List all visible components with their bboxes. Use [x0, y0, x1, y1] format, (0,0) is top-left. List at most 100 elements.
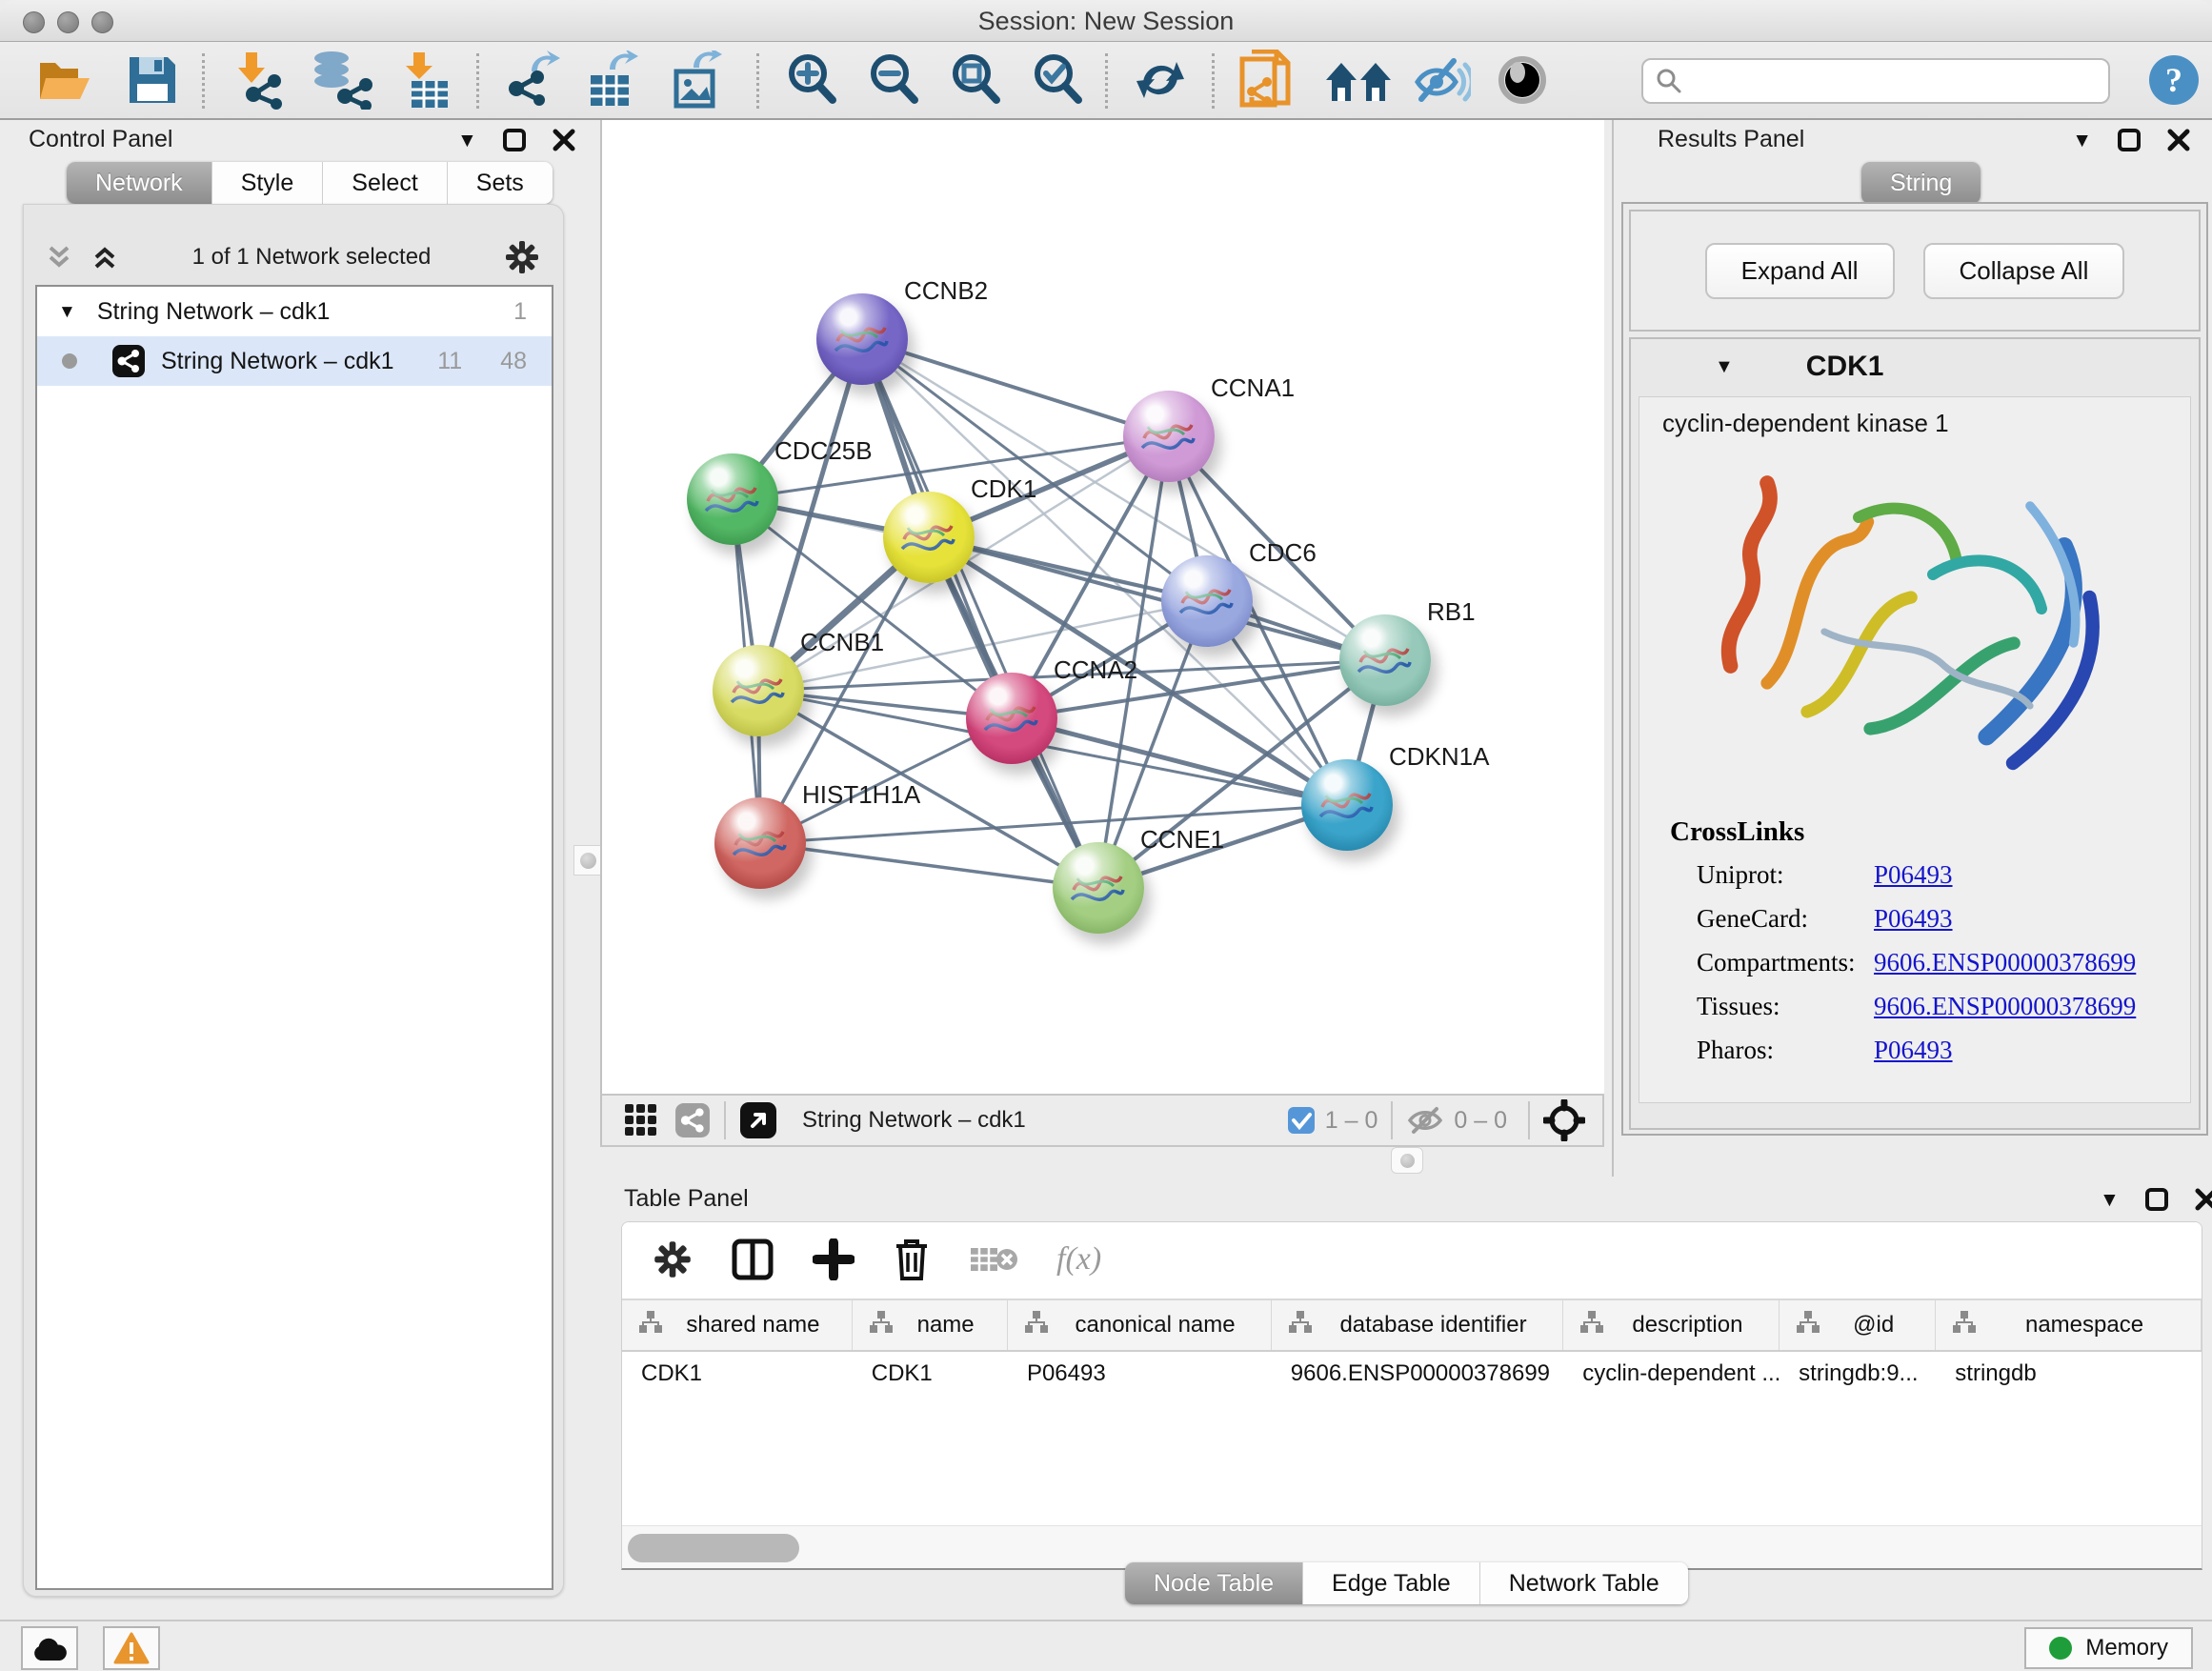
table-panel-close-icon[interactable]	[2194, 1187, 2212, 1212]
network-edge[interactable]	[862, 339, 1169, 436]
grid-view-icon[interactable]	[623, 1102, 659, 1138]
zoom-out-icon[interactable]	[865, 50, 924, 110]
network-edge[interactable]	[760, 805, 1347, 843]
network-node-CCNB1[interactable]	[713, 645, 804, 736]
table-row[interactable]: CDK1CDK1P064939606.ENSP00000378699cyclin…	[622, 1352, 2202, 1396]
import-table-icon[interactable]	[398, 50, 452, 110]
tab-edge-table[interactable]: Edge Table	[1303, 1562, 1480, 1604]
network-node-CCNA2[interactable]	[966, 673, 1057, 764]
network-view-title: String Network – cdk1	[802, 1107, 1026, 1134]
network-edge[interactable]	[929, 537, 1385, 660]
column-header-canonical-name[interactable]: canonical name	[1008, 1300, 1272, 1350]
tab-select[interactable]: Select	[323, 162, 447, 204]
hide-details-icon[interactable]	[1412, 53, 1471, 107]
tab-string[interactable]: String	[1861, 162, 1981, 204]
column-header-database-identifier[interactable]: database identifier	[1272, 1300, 1564, 1350]
results-panel-float-icon[interactable]	[2117, 128, 2142, 152]
import-network-file-icon[interactable]	[229, 50, 290, 110]
section-expander-icon[interactable]: ▼	[1715, 357, 1734, 376]
results-panel-close-icon[interactable]	[2166, 128, 2191, 152]
search-input[interactable]	[1683, 68, 2083, 94]
birdseye-icon[interactable]	[1496, 53, 1549, 107]
network-edge[interactable]	[760, 843, 1098, 888]
gear-icon[interactable]	[504, 239, 540, 275]
crosshair-icon[interactable]	[1543, 1099, 1585, 1141]
import-network-database-icon[interactable]	[307, 50, 375, 110]
houses-icon[interactable]	[1324, 55, 1393, 105]
table-panel-menu-icon[interactable]: ▼	[2100, 1190, 2120, 1210]
crosslink-tissues-[interactable]: 9606.ENSP00000378699	[1874, 992, 2136, 1036]
network-manager-header: 1 of 1 Network selected	[35, 232, 552, 283]
column-header-name[interactable]: name	[853, 1300, 1008, 1350]
network-node-CDC25B[interactable]	[687, 453, 778, 545]
control-panel-float-icon[interactable]	[502, 128, 527, 152]
collapse-all-button[interactable]: Collapse All	[1923, 243, 2125, 299]
network-tree-parent-row[interactable]: ▼ String Network – cdk1 1	[37, 287, 552, 336]
column-header-shared-name[interactable]: shared name	[622, 1300, 853, 1350]
refresh-layout-icon[interactable]	[1132, 51, 1189, 109]
memory-button[interactable]: Memory	[2024, 1627, 2193, 1669]
detach-view-icon[interactable]	[739, 1101, 777, 1139]
crosslink-compartments-[interactable]: 9606.ENSP00000378699	[1874, 948, 2136, 992]
delete-column-icon[interactable]	[893, 1237, 931, 1282]
delete-table-icon[interactable]	[969, 1240, 1018, 1278]
network-node-RB1[interactable]	[1339, 614, 1431, 706]
network-node-CDK1[interactable]	[883, 492, 975, 583]
crosslink-genecard-[interactable]: P06493	[1874, 904, 1953, 948]
zoom-selected-icon[interactable]	[1029, 50, 1088, 110]
node-gloss	[1301, 759, 1393, 851]
expand-all-button[interactable]: Expand All	[1705, 243, 1895, 299]
bottom-splitter-handle[interactable]	[1391, 1147, 1423, 1174]
scrollbar-thumb[interactable]	[628, 1534, 799, 1562]
zoom-in-icon[interactable]	[783, 50, 842, 110]
search-field[interactable]	[1641, 58, 2110, 104]
network-tree-row[interactable]: String Network – cdk1 11 48	[37, 336, 552, 386]
show-columns-icon[interactable]	[731, 1238, 774, 1281]
export-network-icon[interactable]	[503, 50, 564, 110]
crosslink-pharos-[interactable]: P06493	[1874, 1036, 1953, 1079]
column-header-namespace[interactable]: namespace	[1936, 1300, 2202, 1350]
network-node-HIST1H1A[interactable]	[714, 797, 806, 889]
crosslink-uniprot-[interactable]: P06493	[1874, 860, 1953, 904]
column-header--id[interactable]: @id	[1780, 1300, 1936, 1350]
warning-button[interactable]	[103, 1626, 160, 1670]
tab-node-table[interactable]: Node Table	[1125, 1562, 1303, 1604]
network-node-CCNA1[interactable]	[1123, 391, 1215, 482]
table-gear-icon[interactable]	[653, 1239, 693, 1279]
cloud-button[interactable]	[21, 1626, 78, 1670]
network-view-icon[interactable]	[674, 1102, 711, 1138]
tree-expander-icon[interactable]: ▼	[58, 303, 76, 321]
selected-count-text: 1 – 0	[1325, 1107, 1378, 1135]
results-panel-menu-icon[interactable]: ▼	[2072, 131, 2092, 151]
add-column-icon[interactable]	[813, 1238, 855, 1280]
export-table-icon[interactable]	[585, 50, 642, 110]
hidden-eye-icon[interactable]	[1406, 1105, 1444, 1136]
column-header-description[interactable]: description	[1563, 1300, 1780, 1350]
network-node-CCNB2[interactable]	[816, 293, 908, 385]
expand-all-chevrons-icon[interactable]	[90, 242, 119, 272]
tab-style[interactable]: Style	[212, 162, 324, 204]
help-icon[interactable]: ?	[2147, 53, 2201, 107]
network-from-clipboard-icon[interactable]	[1238, 50, 1296, 111]
tab-sets[interactable]: Sets	[448, 162, 553, 204]
network-node-CDC6[interactable]	[1161, 555, 1253, 647]
cdk1-section-header[interactable]: ▼ CDK1	[1631, 339, 2199, 394]
selected-checkbox-icon[interactable]	[1287, 1106, 1316, 1135]
save-session-icon[interactable]	[126, 53, 179, 107]
control-panel-close-icon[interactable]	[552, 128, 576, 152]
left-splitter-handle[interactable]	[573, 845, 602, 876]
tab-network-table[interactable]: Network Table	[1480, 1562, 1688, 1604]
function-builder-icon[interactable]: f(x)	[1056, 1241, 1101, 1278]
open-session-icon[interactable]	[36, 53, 95, 107]
node-label-CDKN1A: CDKN1A	[1389, 742, 1489, 772]
table-panel-float-icon[interactable]	[2144, 1187, 2169, 1212]
zoom-fit-icon[interactable]	[947, 50, 1006, 110]
export-image-icon[interactable]	[669, 50, 726, 110]
collapse-all-chevrons-icon[interactable]	[45, 242, 73, 272]
network-node-CCNE1[interactable]	[1053, 842, 1144, 934]
results-buttons-box: Expand All Collapse All	[1629, 210, 2201, 332]
tab-network[interactable]: Network	[67, 162, 212, 204]
network-node-CDKN1A[interactable]	[1301, 759, 1393, 851]
network-canvas[interactable]: CCNB2 CCNA1 CDC25B CDK1 CDC6 RB1 CCNB1 C…	[600, 120, 1604, 1094]
control-panel-menu-icon[interactable]: ▼	[457, 131, 477, 151]
